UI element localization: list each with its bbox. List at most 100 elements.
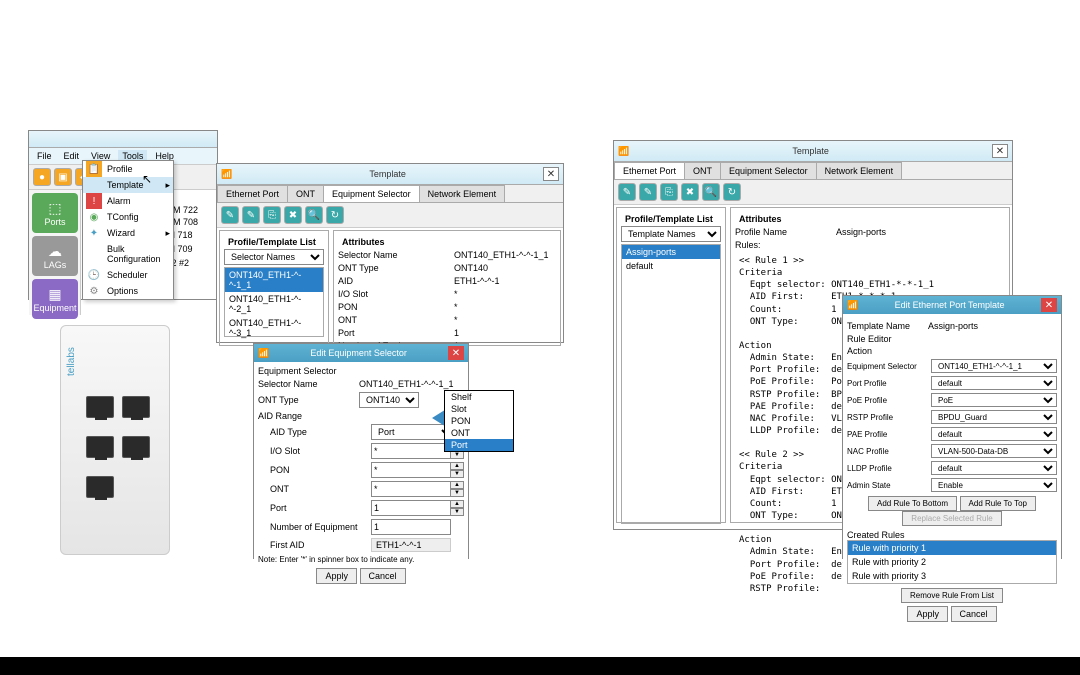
spinner-buttons[interactable]: ▲▼: [450, 462, 464, 478]
field-select[interactable]: VLAN-500-Data-DB: [931, 444, 1057, 458]
ont-type-select[interactable]: ONT140: [359, 392, 419, 408]
tool-edit[interactable]: ✎: [242, 206, 260, 224]
list-item[interactable]: default: [622, 259, 720, 273]
field-select[interactable]: Enable: [931, 478, 1057, 492]
apply-button[interactable]: Apply: [316, 568, 357, 584]
selector-name-value: ONT140_ETH1-^-^-1_1: [359, 379, 453, 389]
menu-file[interactable]: File: [33, 150, 56, 162]
menu-item-tconfig[interactable]: ◉TConfig: [83, 209, 173, 225]
ethernet-port-icon: [122, 436, 150, 458]
spinner-buttons[interactable]: ▲▼: [450, 481, 464, 497]
field-select[interactable]: default: [931, 427, 1057, 441]
tool-search[interactable]: 🔍: [702, 183, 720, 201]
remove-rule-button[interactable]: Remove Rule From List: [901, 588, 1003, 603]
footer-bar: [0, 657, 1080, 675]
pon-input[interactable]: [371, 462, 451, 478]
ethernet-port-icon: [122, 396, 150, 418]
tab-network-element[interactable]: Network Element: [419, 185, 506, 202]
menu-item-wizard[interactable]: ✦Wizard▸: [83, 225, 173, 241]
template-names-combo[interactable]: Template Names: [621, 226, 721, 242]
toolbar-btn-2[interactable]: ▣: [54, 168, 72, 186]
option-pon[interactable]: PON: [445, 415, 513, 427]
attr-key: Port: [338, 328, 448, 338]
menu-item-scheduler[interactable]: 🕒Scheduler: [83, 267, 173, 283]
io-slot-input[interactable]: [371, 443, 451, 459]
close-button[interactable]: ✕: [1041, 298, 1057, 312]
sidebar-equipment[interactable]: ▦Equipment: [32, 279, 78, 319]
sidebar: ⬚Ports ☁LAGs ▦Equipment: [29, 190, 81, 315]
note-text: Note: Enter '*' in spinner box to indica…: [258, 555, 464, 564]
field-select[interactable]: default: [931, 461, 1057, 475]
ont-type-label: ONT Type: [258, 395, 353, 405]
toolbar-btn-1[interactable]: ●: [33, 168, 51, 186]
add-rule-bottom-button[interactable]: Add Rule To Bottom: [868, 496, 957, 511]
template2-tabs: Ethernet Port ONT Equipment Selector Net…: [614, 162, 1012, 180]
cancel-button[interactable]: Cancel: [360, 568, 406, 584]
add-rule-top-button[interactable]: Add Rule To Top: [960, 496, 1036, 511]
spinner-buttons[interactable]: ▲▼: [450, 500, 464, 516]
option-slot[interactable]: Slot: [445, 403, 513, 415]
list-item[interactable]: ONT140_ETH1-^-^-1_1: [225, 268, 323, 292]
close-button[interactable]: ✕: [543, 167, 559, 181]
rule-item[interactable]: Rule with priority 2: [848, 555, 1056, 569]
tool-search[interactable]: 🔍: [305, 206, 323, 224]
selector-names-combo[interactable]: Selector Names: [224, 249, 324, 265]
cancel-button[interactable]: Cancel: [951, 606, 997, 622]
attr-value: ONT140_ETH1-^-^-1_1: [454, 250, 548, 260]
tool-refresh[interactable]: ↻: [723, 183, 741, 201]
tool-refresh[interactable]: ↻: [326, 206, 344, 224]
rule-item[interactable]: Rule with priority 1: [848, 541, 1056, 555]
option-shelf[interactable]: Shelf: [445, 391, 513, 403]
ont-input[interactable]: [371, 481, 451, 497]
option-port[interactable]: Port: [445, 439, 513, 451]
menu-item-options[interactable]: ⚙Options: [83, 283, 173, 299]
io-slot-label: I/O Slot: [270, 446, 365, 456]
tab-equipment-selector[interactable]: Equipment Selector: [323, 185, 420, 202]
menu-item-template[interactable]: Template▸: [83, 177, 173, 193]
profile-list-panel: Profile/Template List Template Names Ass…: [616, 207, 726, 523]
menu-item-alarm[interactable]: !Alarm: [83, 193, 173, 209]
tool-copy[interactable]: ⎘: [263, 206, 281, 224]
field-label: NAC Profile: [847, 447, 925, 456]
sidebar-lags[interactable]: ☁LAGs: [32, 236, 78, 276]
tool-delete[interactable]: ✖: [284, 206, 302, 224]
port-input[interactable]: [371, 500, 451, 516]
port-label: Port: [270, 503, 365, 513]
template2-toolbar: ✎ ✎ ⎘ ✖ 🔍 ↻: [614, 180, 1012, 205]
tab-ethernet-port[interactable]: Ethernet Port: [217, 185, 288, 202]
option-ont[interactable]: ONT: [445, 427, 513, 439]
field-select[interactable]: PoE: [931, 393, 1057, 407]
tab-network-element[interactable]: Network Element: [816, 162, 903, 179]
menu-edit[interactable]: Edit: [60, 150, 84, 162]
num-eq-input[interactable]: [371, 519, 451, 535]
list-title: Profile/Template List: [625, 214, 717, 224]
close-button[interactable]: ✕: [992, 144, 1008, 158]
tool-delete[interactable]: ✖: [681, 183, 699, 201]
profile-name-label: Profile Name: [735, 227, 830, 237]
field-label: Equipment Selector: [847, 362, 925, 371]
sidebar-ports[interactable]: ⬚Ports: [32, 193, 78, 233]
apply-button[interactable]: Apply: [907, 606, 948, 622]
list-item[interactable]: ONT140_ETH1-^-^-3_1: [225, 316, 323, 340]
list-item[interactable]: ONT140_ETH1-^-^-2_1: [225, 292, 323, 316]
tool-edit[interactable]: ✎: [639, 183, 657, 201]
tab-equipment-selector[interactable]: Equipment Selector: [720, 162, 817, 179]
replace-rule-button[interactable]: Replace Selected Rule: [902, 511, 1001, 526]
field-label: PAE Profile: [847, 430, 925, 439]
tab-ethernet-port[interactable]: Ethernet Port: [614, 162, 685, 179]
tab-ont[interactable]: ONT: [684, 162, 721, 179]
tool-new[interactable]: ✎: [221, 206, 239, 224]
tool-new[interactable]: ✎: [618, 183, 636, 201]
list-item[interactable]: Assign-ports: [622, 245, 720, 259]
rule-item[interactable]: Rule with priority 3: [848, 569, 1056, 583]
tool-copy[interactable]: ⎘: [660, 183, 678, 201]
tab-ont[interactable]: ONT: [287, 185, 324, 202]
close-button[interactable]: ✕: [448, 346, 464, 360]
field-select[interactable]: BPDU_Guard: [931, 410, 1057, 424]
field-select[interactable]: ONT140_ETH1-^-^-1_1: [931, 359, 1057, 373]
menu-item-bulk[interactable]: Bulk Configuration: [83, 241, 173, 267]
attr-title: Attributes: [739, 214, 1001, 224]
field-label: LLDP Profile: [847, 464, 925, 473]
field-select[interactable]: default: [931, 376, 1057, 390]
menu-item-profile[interactable]: 📋Profile: [83, 161, 173, 177]
